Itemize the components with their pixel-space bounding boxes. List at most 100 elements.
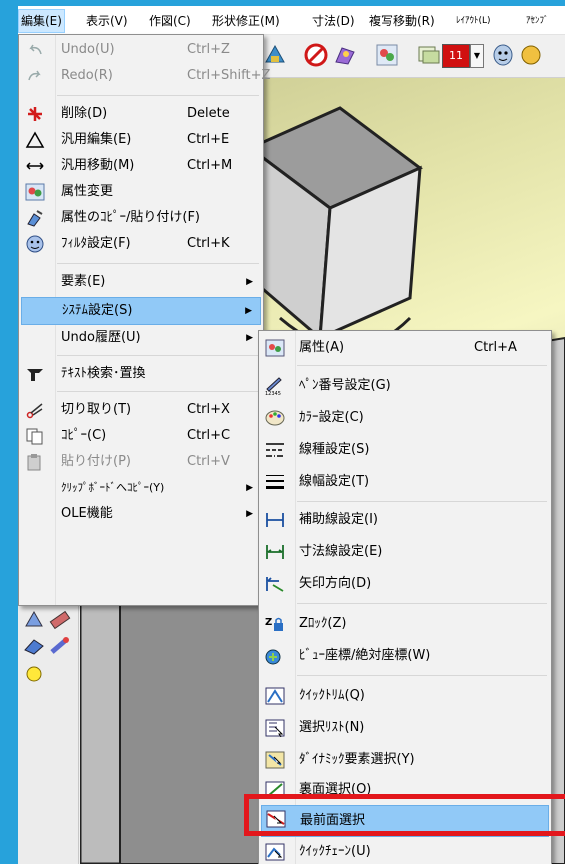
menu-item-label: ﾃｷｽﾄ検索･置換 (61, 366, 146, 381)
submenu-arrow-icon: ▶ (245, 306, 252, 316)
menu-item-paste[interactable]: 貼り付け(P) Ctrl+V (21, 449, 261, 475)
menu-item-label: ﾋﾞｭｰ座標/絶対座標(W) (299, 648, 431, 663)
submenu-item-line-type[interactable]: 線種設定(S) (261, 437, 549, 463)
dimension-line-icon (266, 545, 284, 559)
submenu-item-arrow-direction[interactable]: 矢印方向(D) (261, 571, 549, 597)
menu-item-label: 属性(A) (299, 340, 345, 355)
menu-item-shortcut: Ctrl+Shift+Z (187, 68, 271, 83)
submenu-item-quick-chain[interactable]: ｸｲｯｸﾁｪｰﾝ(U) (261, 839, 549, 864)
edit-menu: Undo(U) Ctrl+Z Redo(R) Ctrl+Shift+Z 削除(D… (18, 34, 270, 606)
menu-item-filter-setting[interactable]: ﾌｨﾙﾀ設定(F) Ctrl+K (21, 231, 261, 257)
submenu-arrow-icon: ▶ (246, 509, 253, 519)
tool-no-entry-icon[interactable] (303, 42, 329, 68)
menu-item-ole[interactable]: OLE機能 ▶ (21, 501, 261, 527)
menu-item-redo[interactable]: Redo(R) Ctrl+Shift+Z (21, 63, 270, 89)
panel-tool-icon[interactable] (22, 662, 46, 686)
menu-item-label: Zﾛｯｸ(Z) (299, 616, 347, 631)
menu-item-label: ﾀﾞｲﾅﾐｯｸ要素選択(Y) (299, 752, 415, 767)
menu-item-attribute-copy-paste[interactable]: 属性のｺﾋﾟｰ/貼り付け(F) (21, 205, 261, 231)
pen-number-icon: 12345 (265, 377, 282, 395)
menu-item-label: 切り取り(T) (61, 402, 132, 417)
submenu-arrow-icon: ▶ (246, 483, 253, 493)
quick-trim-icon (265, 687, 285, 705)
submenu-item-z-lock[interactable]: Z Zﾛｯｸ(Z) (261, 611, 549, 637)
menu-item-shortcut: Ctrl+M (187, 158, 233, 173)
menu-assembly[interactable]: ｱｾﾝﾌﾞ (526, 11, 549, 31)
attribute-icon (265, 339, 285, 357)
submenu-item-quick-trim[interactable]: ｸｲｯｸﾄﾘﾑ(Q) (261, 683, 549, 709)
menu-edit[interactable]: 編集(E) (18, 9, 65, 33)
menu-view[interactable]: 表示(V) (86, 11, 128, 31)
submenu-item-color-setting[interactable]: ｶﾗｰ設定(C) (261, 405, 549, 431)
menu-item-label: 汎用編集(E) (61, 132, 132, 147)
copy-icon (26, 428, 43, 445)
menu-item-general-move[interactable]: 汎用移動(M) Ctrl+M (21, 153, 261, 179)
tool-attribute-icon[interactable] (374, 42, 400, 68)
highlight-annotation-box (244, 794, 565, 836)
attribute-copy-icon (27, 210, 43, 227)
menu-item-system-settings[interactable]: ｼｽﾃﾑ設定(S) ▶ (21, 297, 261, 325)
tool-extra-icon[interactable] (518, 42, 544, 68)
menu-shape-modify[interactable]: 形状修正(M) (212, 11, 280, 31)
menu-item-element[interactable]: 要素(E) ▶ (21, 269, 261, 295)
tool-filter-icon[interactable] (490, 42, 516, 68)
menu-item-label: ｸｲｯｸﾄﾘﾑ(Q) (299, 688, 365, 703)
menu-item-label: 貼り付け(P) (61, 454, 131, 469)
z-lock-icon: Z (265, 617, 283, 631)
submenu-arrow-icon: ▶ (246, 277, 253, 287)
submenu-item-pen-number[interactable]: 12345 ﾍﾟﾝ番号設定(G) (261, 373, 549, 399)
tool-render-icon[interactable] (332, 42, 358, 68)
dynamic-select-icon (265, 751, 285, 769)
menu-item-general-edit[interactable]: 汎用編集(E) Ctrl+E (21, 127, 261, 153)
cad-application-window: 編集(E) 表示(V) 作図(C) 形状修正(M) 寸法(D) 複写移動(R) … (18, 6, 565, 864)
menu-item-copy[interactable]: ｺﾋﾟｰ(C) Ctrl+C (21, 423, 261, 449)
menu-item-undo[interactable]: Undo(U) Ctrl+Z (21, 37, 261, 63)
menu-draw[interactable]: 作図(C) (149, 11, 191, 31)
menu-item-label: OLE機能 (61, 506, 113, 521)
menu-layout[interactable]: ﾚｲｱｳﾄ(L) (456, 11, 491, 31)
submenu-item-dimension-line[interactable]: 寸法線設定(E) (261, 539, 549, 565)
menu-item-text-search-replace[interactable]: ﾃｷｽﾄ検索･置換 (21, 361, 261, 387)
panel-tool-icon[interactable] (22, 608, 46, 632)
menu-item-label: 補助線設定(I) (299, 512, 378, 527)
menu-item-label: ｸｲｯｸﾁｪｰﾝ(U) (299, 844, 371, 859)
menu-item-undo-history[interactable]: Undo履歴(U) ▶ (21, 325, 261, 351)
panel-tool-icon[interactable] (48, 634, 72, 658)
menu-dimension[interactable]: 寸法(D) (312, 11, 355, 31)
color-dropdown-arrow[interactable]: ▼ (470, 44, 484, 68)
menu-item-delete[interactable]: 削除(D) Delete (21, 101, 261, 127)
submenu-item-dynamic-select[interactable]: ﾀﾞｲﾅﾐｯｸ要素選択(Y) (261, 747, 549, 773)
menu-item-label: ｼｽﾃﾑ設定(S) (62, 303, 133, 318)
panel-tool-icon[interactable] (48, 608, 72, 632)
menu-item-label: ﾌｨﾙﾀ設定(F) (61, 236, 131, 251)
svg-text:12345: 12345 (265, 391, 281, 395)
panel-tool-icon[interactable] (22, 634, 46, 658)
menu-item-label: 削除(D) (61, 106, 108, 121)
menu-item-shortcut: Ctrl+A (474, 340, 517, 355)
menu-item-copy-to-clipboard[interactable]: ｸﾘｯﾌﾟﾎﾞｰﾄﾞへｺﾋﾟｰ(Y) ▶ (21, 475, 261, 501)
menu-item-attribute-change[interactable]: 属性変更 (21, 179, 261, 205)
menu-item-shortcut: Delete (187, 106, 230, 121)
menu-item-shortcut: Ctrl+C (187, 428, 231, 443)
menu-item-label: 属性のｺﾋﾟｰ/貼り付け(F) (61, 210, 201, 225)
quick-chain-icon (265, 843, 285, 861)
color-number-box[interactable]: 11 (442, 44, 470, 68)
submenu-item-view-coordinate[interactable]: ﾋﾞｭｰ座標/絶対座標(W) (261, 643, 549, 669)
menu-item-label: ｺﾋﾟｰ(C) (61, 428, 107, 443)
submenu-item-line-width[interactable]: 線幅設定(T) (261, 469, 549, 495)
submenu-item-selection-list[interactable]: 選択ﾘｽﾄ(N) (261, 715, 549, 741)
menu-item-label: ｶﾗｰ設定(C) (299, 410, 364, 425)
menu-item-cut[interactable]: 切り取り(T) Ctrl+X (21, 397, 261, 423)
menu-item-label: 矢印方向(D) (299, 576, 372, 591)
menu-item-shortcut: Ctrl+Z (187, 42, 230, 57)
menu-item-shortcut: Ctrl+E (187, 132, 230, 147)
submenu-item-attribute[interactable]: 属性(A) Ctrl+A (261, 335, 549, 361)
menu-item-label: 汎用移動(M) (61, 158, 135, 173)
paste-icon (27, 454, 41, 471)
undo-icon (29, 44, 42, 55)
menu-item-label: ﾍﾟﾝ番号設定(G) (299, 378, 391, 393)
tool-layer-icon[interactable] (416, 42, 442, 68)
submenu-item-auxiliary-line[interactable]: 補助線設定(I) (261, 507, 549, 533)
menu-copy-move[interactable]: 複写移動(R) (369, 11, 435, 31)
text-search-icon (27, 369, 43, 381)
